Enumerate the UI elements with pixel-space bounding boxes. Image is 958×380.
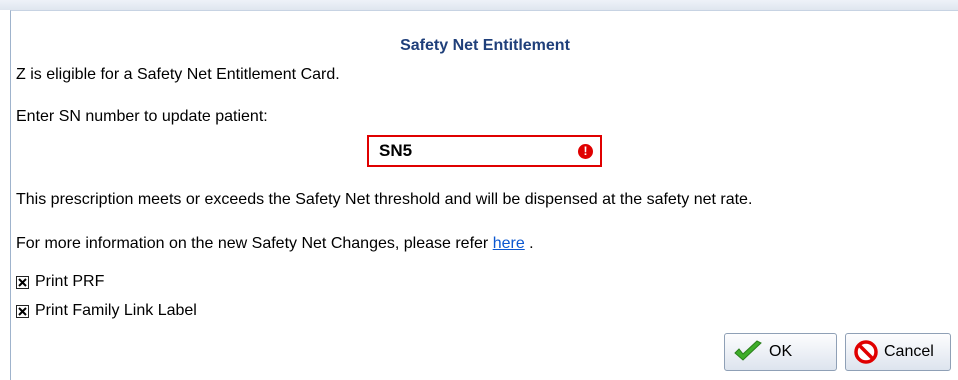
ok-button[interactable]: OK: [724, 333, 837, 371]
checkmark-icon: [733, 340, 763, 364]
info-text: For more information on the new Safety N…: [16, 235, 534, 253]
ok-label: OK: [769, 343, 793, 360]
print-family-label: Print Family Link Label: [35, 302, 197, 319]
print-prf-checkbox[interactable]: [16, 275, 29, 289]
cancel-button[interactable]: Cancel: [845, 333, 951, 371]
print-family-checkbox[interactable]: [16, 304, 29, 318]
error-icon: !: [578, 144, 593, 159]
eligibility-text: Z is eligible for a Safety Net Entitleme…: [16, 66, 340, 83]
window-top-strip: [0, 0, 958, 10]
dialog-title: Safety Net Entitlement: [400, 37, 570, 54]
print-prf-label: Print PRF: [35, 273, 105, 290]
info-suffix: .: [524, 235, 534, 252]
print-family-checkbox-row[interactable]: Print Family Link Label: [16, 302, 197, 320]
cancel-icon: [854, 340, 878, 364]
sn-number-input[interactable]: [369, 137, 579, 165]
check-x-icon: [18, 277, 27, 287]
sn-prompt-label: Enter SN number to update patient:: [16, 108, 268, 125]
check-x-icon: [18, 306, 27, 316]
info-prefix: For more information on the new Safety N…: [16, 235, 493, 252]
threshold-text: This prescription meets or exceeds the S…: [16, 191, 753, 208]
cancel-label: Cancel: [884, 343, 934, 360]
sn-number-field[interactable]: !: [367, 135, 602, 167]
here-link[interactable]: here: [493, 235, 525, 252]
print-prf-checkbox-row[interactable]: Print PRF: [16, 273, 104, 291]
